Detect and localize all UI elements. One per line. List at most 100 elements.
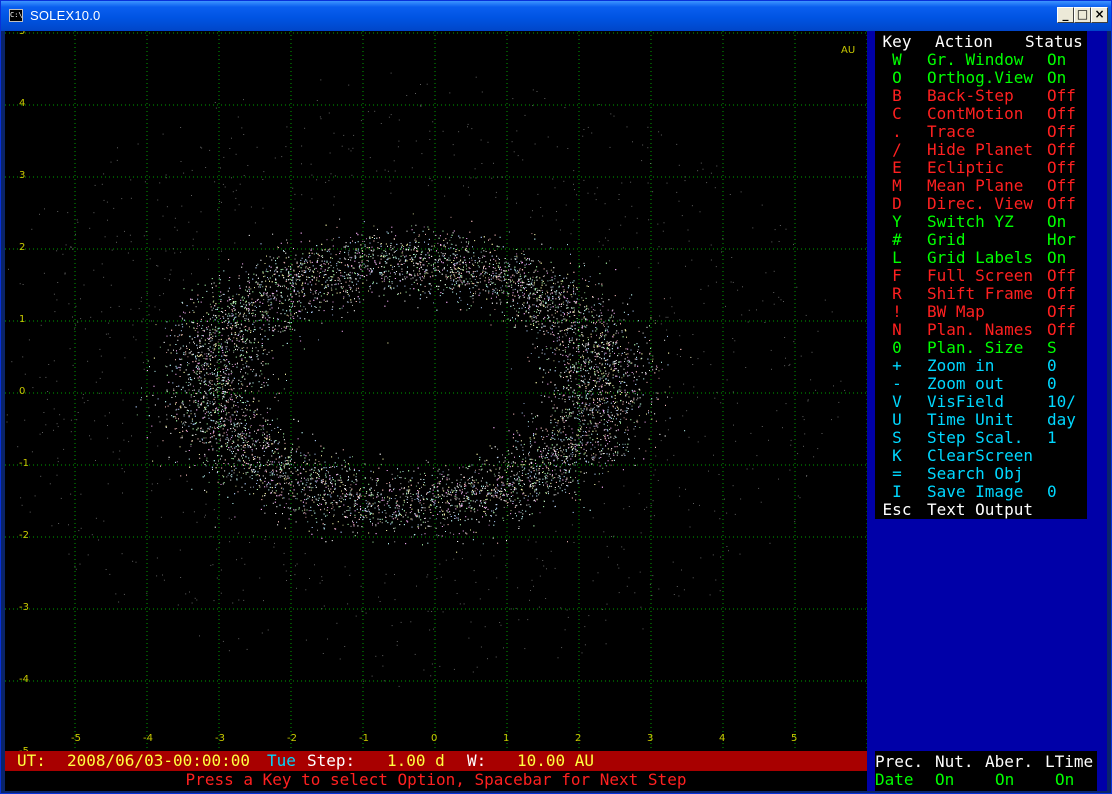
- menu-item[interactable]: + Zoom in 0: [875, 357, 1087, 375]
- w-value: 10.00 AU: [517, 751, 595, 770]
- menu-item-key: I: [892, 482, 902, 501]
- menu-item[interactable]: W Gr. Window On: [875, 51, 1087, 69]
- menu-item-status: Off: [1047, 158, 1076, 177]
- menu-item[interactable]: S Step Scal. 1: [875, 429, 1087, 447]
- menu-item[interactable]: F Full Screen Off: [875, 267, 1087, 285]
- menu-item[interactable]: C ContMotion Off: [875, 105, 1087, 123]
- menu-item-action: Zoom out: [927, 374, 1005, 393]
- menu-item-action: Mean Plane: [927, 176, 1024, 195]
- menu-item-status: Off: [1047, 140, 1076, 159]
- minimize-button[interactable]: _: [1057, 7, 1074, 23]
- y-tick-label: 2: [19, 242, 26, 253]
- menu-item-key: R: [892, 284, 902, 303]
- menu-item-status: Off: [1047, 302, 1076, 321]
- menu-item-action: Plan. Names: [927, 320, 1033, 339]
- flag-header-nut: Nut.: [935, 752, 974, 771]
- orbit-plot[interactable]: AU -5-4-3-2-1012345543210-1-2-3-4-5: [5, 31, 867, 751]
- flag-header-ltime: LTime: [1045, 752, 1094, 771]
- console-client-area: AU -5-4-3-2-1012345543210-1-2-3-4-5 Key …: [5, 31, 1107, 791]
- menu-item-action: Hide Planet: [927, 140, 1033, 159]
- menu-item-action: Trace: [927, 122, 976, 141]
- step-value: 1.00 d: [387, 751, 445, 770]
- menu-item-status: day: [1047, 410, 1076, 429]
- header-status: Status: [1025, 32, 1083, 51]
- menu-item-action: Direc. View: [927, 194, 1033, 213]
- menu-item[interactable]: O Orthog.View On: [875, 69, 1087, 87]
- title-bar[interactable]: C:\ SOLEX10.0 _ □ ×: [1, 1, 1111, 31]
- status-bar: UT: 2008/06/03-00:00:00 Tue Step: 1.00 d…: [5, 751, 867, 791]
- correction-flags: Prec. Nut. Aber. LTime Date On On On: [867, 751, 1107, 791]
- maximize-button[interactable]: □: [1074, 7, 1091, 23]
- menu-item[interactable]: B Back-Step Off: [875, 87, 1087, 105]
- menu-item-key: N: [892, 320, 902, 339]
- menu-item-key: K: [892, 446, 902, 465]
- menu-item-key: D: [892, 194, 902, 213]
- menu-item[interactable]: Esc Text Output: [875, 501, 1087, 519]
- time-step-line: UT: 2008/06/03-00:00:00 Tue Step: 1.00 d…: [5, 751, 867, 771]
- menu-item-action: Switch YZ: [927, 212, 1014, 231]
- menu-item-action: Grid Labels: [927, 248, 1033, 267]
- menu-item[interactable]: D Direc. View Off: [875, 195, 1087, 213]
- hint-line: Press a Key to select Option, Spacebar f…: [5, 771, 867, 791]
- menu-item[interactable]: . Trace Off: [875, 123, 1087, 141]
- menu-item[interactable]: M Mean Plane Off: [875, 177, 1087, 195]
- menu-item-key: Esc: [882, 500, 912, 519]
- menu-item[interactable]: I Save Image 0: [875, 483, 1087, 501]
- y-tick-label: 4: [19, 98, 26, 109]
- menu-item-action: BW Map: [927, 302, 985, 321]
- plot-unit-label: AU: [841, 45, 856, 56]
- menu-item-action: Text Output: [927, 500, 1033, 519]
- option-menu-panel: Key Action Status W Gr. Window On O Orthog.V…: [875, 31, 1087, 519]
- menu-item-key: F: [892, 266, 902, 285]
- x-tick-label: 2: [575, 733, 582, 744]
- menu-item-status: 10/: [1047, 392, 1076, 411]
- menu-item-key: -: [892, 374, 902, 393]
- y-tick-label: -2: [19, 530, 29, 541]
- menu-item-key: +: [892, 356, 902, 375]
- w-label: W:: [467, 751, 487, 770]
- menu-item[interactable]: # Grid Hor: [875, 231, 1087, 249]
- step-label: Step:: [307, 751, 356, 770]
- menu-item[interactable]: R Shift Frame Off: [875, 285, 1087, 303]
- menu-item-status: On: [1047, 68, 1067, 87]
- menu-item[interactable]: U Time Unit day: [875, 411, 1087, 429]
- menu-item-key: C: [892, 104, 902, 123]
- flag-header-prec: Prec.: [875, 752, 924, 771]
- x-tick-label: -4: [143, 733, 153, 744]
- menu-item[interactable]: / Hide Planet Off: [875, 141, 1087, 159]
- menu-item-status: 1: [1047, 428, 1057, 447]
- option-menu: Key Action Status W Gr. Window On O Orthog.V…: [867, 31, 1107, 751]
- menu-item[interactable]: E Ecliptic Off: [875, 159, 1087, 177]
- menu-item-key: =: [892, 464, 902, 483]
- window-title: SOLEX10.0: [30, 8, 101, 23]
- menu-item[interactable]: N Plan. Names Off: [875, 321, 1087, 339]
- close-button[interactable]: ×: [1091, 7, 1108, 23]
- menu-item[interactable]: K ClearScreen: [875, 447, 1087, 465]
- menu-item[interactable]: = Search Obj: [875, 465, 1087, 483]
- menu-item-key: U: [892, 410, 902, 429]
- menu-item[interactable]: V VisField 10/: [875, 393, 1087, 411]
- flag-value-nut: On: [935, 770, 955, 789]
- menu-item-action: Ecliptic: [927, 158, 1005, 177]
- menu-item-key: #: [892, 230, 902, 249]
- solex-window: C:\ SOLEX10.0 _ □ × AU -5 -4 -3 -2 -1 0 1 2 3 4 5 5…: [0, 0, 1112, 794]
- menu-item-status: Off: [1047, 266, 1076, 285]
- console-icon: C:\: [9, 9, 23, 22]
- menu-item-action: Plan. Size: [927, 338, 1024, 357]
- menu-item-status: Hor: [1047, 230, 1076, 249]
- orbit-plot-canvas: [5, 31, 867, 751]
- menu-item-status: 0: [1047, 482, 1057, 501]
- menu-item-status: Off: [1047, 320, 1076, 339]
- menu-item[interactable]: Y Switch YZ On: [875, 213, 1087, 231]
- menu-item[interactable]: 0 Plan. Size S: [875, 339, 1087, 357]
- menu-item[interactable]: - Zoom out 0: [875, 375, 1087, 393]
- menu-item[interactable]: L Grid Labels On: [875, 249, 1087, 267]
- menu-item-status: On: [1047, 50, 1067, 69]
- menu-item-key: M: [892, 176, 902, 195]
- menu-item-action: Zoom in: [927, 356, 995, 375]
- menu-item[interactable]: ! BW Map Off: [875, 303, 1087, 321]
- menu-item-action: Save Image: [927, 482, 1024, 501]
- menu-item-action: Orthog.View: [927, 68, 1033, 87]
- menu-item-key: W: [892, 50, 902, 69]
- menu-item-action: ContMotion: [927, 104, 1024, 123]
